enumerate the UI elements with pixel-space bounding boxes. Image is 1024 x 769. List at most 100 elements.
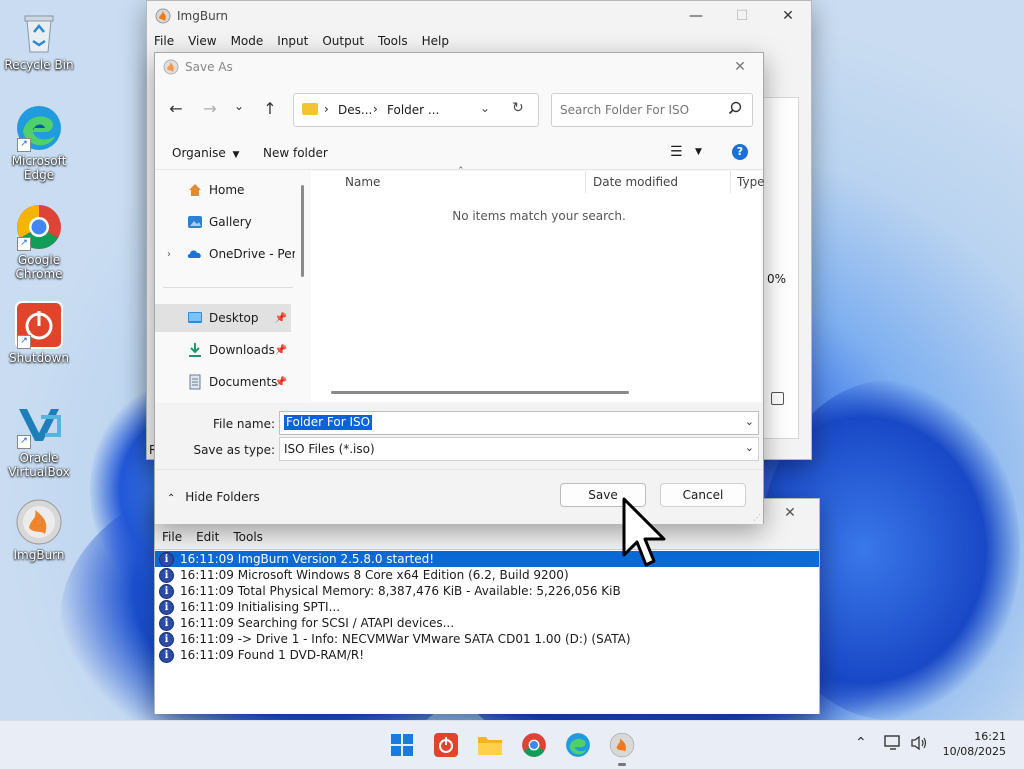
maximize-button[interactable]: ☐ [719, 1, 765, 31]
file-name-field[interactable]: Folder For ISO ⌄ [279, 411, 759, 435]
log-line[interactable]: i 16:11:09 Microsoft Windows 8 Core x64 E… [155, 567, 819, 583]
nav-item-gallery[interactable]: Gallery [155, 208, 291, 236]
nav-item-onedrive[interactable]: › OneDrive - Perso [155, 240, 295, 268]
log-line[interactable]: i 16:11:09 -> Drive 1 - Info: NECVMWar VM… [155, 631, 819, 647]
new-folder-button[interactable]: New folder [263, 146, 328, 160]
imgburn-checkbox[interactable] [771, 392, 784, 405]
file-name-input-selected-text[interactable]: Folder For ISO [284, 415, 373, 430]
menu-output[interactable]: Output [315, 31, 371, 51]
breadcrumb-folder[interactable]: Folder ... [387, 103, 439, 117]
volume-icon[interactable] [910, 735, 928, 751]
breadcrumb-separator: › [324, 102, 329, 116]
view-options-icon[interactable]: ☰ [670, 144, 683, 160]
log-line[interactable]: i 16:11:09 Found 1 DVD-RAM/R! [155, 647, 819, 663]
desktop-icon-recycle-bin[interactable]: Recycle Bin [0, 8, 78, 72]
view-dropdown-caret-icon[interactable]: ▼ [695, 147, 702, 157]
menu-help[interactable]: Help [415, 31, 456, 51]
hide-folders-button[interactable]: ⌃ Hide Folders [167, 490, 260, 504]
imgburn-titlebar: ImgBurn — ☐ ✕ [147, 1, 811, 31]
log-line[interactable]: i 16:11:09 Searching for SCSI / ATAPI dev… [155, 615, 819, 631]
minimize-button[interactable]: — [673, 1, 719, 31]
help-icon[interactable]: ? [732, 144, 748, 160]
desktop-icon-imgburn[interactable]: ImgBurn [0, 498, 78, 562]
nav-item-desktop[interactable]: Desktop 📌 [155, 304, 291, 332]
log-line-text: 16:11:09 -> Drive 1 - Info: NECVMWar VMw… [180, 632, 631, 646]
imgburn-menubar: File View Mode Input Output Tools Help [147, 31, 811, 51]
expand-chevron-icon[interactable]: › [167, 249, 171, 260]
menu-mode[interactable]: Mode [224, 31, 271, 51]
horizontal-scrollbar[interactable] [331, 391, 629, 394]
column-header-date-modified[interactable]: Date modified [593, 175, 678, 189]
log-line[interactable]: i 16:11:09 Initialising SPTI... [155, 599, 819, 615]
show-hidden-icons-chevron-icon[interactable]: ⌃ [855, 735, 867, 751]
imgburn-disc-icon [15, 498, 63, 546]
file-list[interactable]: ˆ Name Date modified Type No items match… [311, 165, 765, 401]
column-divider[interactable] [730, 171, 731, 193]
log-list[interactable]: i 16:11:09 ImgBurn Version 2.5.8.0 start… [155, 549, 819, 714]
nav-item-downloads[interactable]: Downloads 📌 [155, 336, 291, 364]
search-box[interactable] [551, 93, 753, 127]
search-icon [728, 101, 742, 115]
cancel-button[interactable]: Cancel [660, 483, 746, 507]
taskbar-shutdown-icon[interactable] [432, 731, 460, 759]
desktop-icon-label: Microsoft Edge [11, 154, 67, 182]
column-header-type[interactable]: Type [737, 175, 765, 189]
search-input[interactable] [558, 100, 722, 120]
organise-button[interactable]: Organise ▼ [172, 146, 239, 160]
desktop-icon-google-chrome[interactable]: ↗ Google Chrome [0, 203, 78, 281]
log-menu-tools[interactable]: Tools [226, 527, 270, 547]
column-divider[interactable] [585, 171, 586, 193]
info-icon: i [159, 647, 174, 663]
gallery-icon [187, 214, 203, 230]
taskbar-imgburn-icon[interactable] [608, 731, 636, 759]
nav-item-home[interactable]: Home [155, 176, 291, 204]
desktop-icon-oracle-virtualbox[interactable]: ↗ Oracle VirtualBox [0, 401, 78, 479]
nav-item-documents[interactable]: Documents 📌 [155, 368, 291, 396]
virtualbox-icon: ↗ [15, 401, 63, 449]
desktop-icon-label: Shutdown [9, 351, 69, 365]
menu-input[interactable]: Input [270, 31, 315, 51]
breadcrumb-dropdown-chevron-icon[interactable]: ⌄ [480, 101, 490, 115]
column-header-name[interactable]: Name [345, 175, 380, 189]
log-line-text: 16:11:09 Microsoft Windows 8 Core x64 Ed… [180, 568, 569, 582]
info-icon: i [159, 599, 174, 615]
clock-date: 10/08/2025 [942, 745, 1006, 758]
desktop-icon-microsoft-edge[interactable]: ↗ Microsoft Edge [0, 104, 78, 182]
nav-item-label: Home [209, 183, 245, 197]
recycle-bin-icon [15, 8, 63, 56]
recent-locations-chevron-icon[interactable]: ⌄ [231, 99, 247, 113]
save-as-type-chevron-icon[interactable]: ⌄ [745, 441, 754, 454]
imgburn-window-title: ImgBurn [177, 9, 229, 23]
nav-scrollbar[interactable] [301, 185, 304, 277]
save-as-type-select[interactable]: ISO Files (*.iso) ⌄ [279, 437, 759, 461]
pin-icon: 📌 [274, 376, 287, 388]
refresh-icon[interactable]: ↻ [512, 100, 524, 116]
up-arrow-icon[interactable]: ↑ [259, 99, 281, 118]
info-icon: i [159, 631, 174, 647]
breadcrumb-bar[interactable]: › Des... › Folder ... ⌄ ↻ [293, 93, 539, 127]
taskbar-edge-icon[interactable] [564, 731, 592, 759]
log-menu-file[interactable]: File [155, 527, 189, 547]
edge-icon: ↗ [15, 104, 63, 152]
menu-tools[interactable]: Tools [371, 31, 415, 51]
back-arrow-icon[interactable]: ← [165, 99, 187, 118]
resize-grip-icon[interactable]: ⋰ [753, 513, 761, 522]
close-button[interactable]: ✕ [765, 1, 811, 31]
file-name-dropdown-chevron-icon[interactable]: ⌄ [745, 415, 754, 428]
clock[interactable]: 16:21 10/08/2025 [940, 729, 1006, 759]
menu-file[interactable]: File [147, 31, 181, 51]
desktop-icon-shutdown[interactable]: ↗ Shutdown [0, 301, 78, 365]
forward-arrow-icon[interactable]: → [199, 99, 221, 118]
network-icon[interactable] [884, 735, 902, 751]
save-as-titlebar: Save As ✕ [155, 53, 763, 81]
breadcrumb-desktop[interactable]: Des... [338, 103, 372, 117]
file-explorer-icon[interactable] [476, 731, 504, 759]
log-line[interactable]: i 16:11:09 Total Physical Memory: 8,387,4… [155, 583, 819, 599]
start-button[interactable] [388, 731, 416, 759]
taskbar-chrome-icon[interactable] [520, 731, 548, 759]
log-line[interactable]: i 16:11:09 ImgBurn Version 2.5.8.0 start… [155, 551, 819, 567]
menu-view[interactable]: View [181, 31, 223, 51]
log-menu-edit[interactable]: Edit [189, 527, 226, 547]
log-close-button[interactable]: ✕ [767, 499, 813, 527]
dialog-close-button[interactable]: ✕ [717, 52, 763, 82]
